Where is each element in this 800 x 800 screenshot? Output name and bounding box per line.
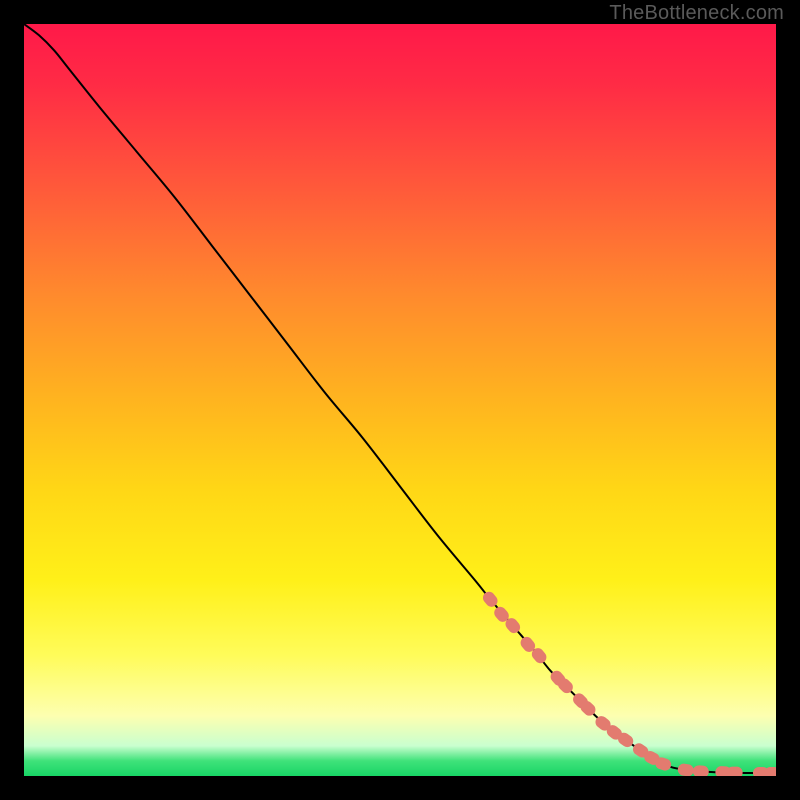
- curve-line: [24, 24, 776, 773]
- chart-svg: [24, 24, 776, 776]
- marker-point: [726, 766, 742, 776]
- watermark-text: TheBottleneck.com: [609, 2, 784, 25]
- chart-root: TheBottleneck.com: [0, 0, 800, 800]
- markers-group: [481, 589, 776, 776]
- plot-area: [24, 24, 776, 776]
- marker-point: [692, 765, 709, 776]
- marker-point: [677, 763, 695, 776]
